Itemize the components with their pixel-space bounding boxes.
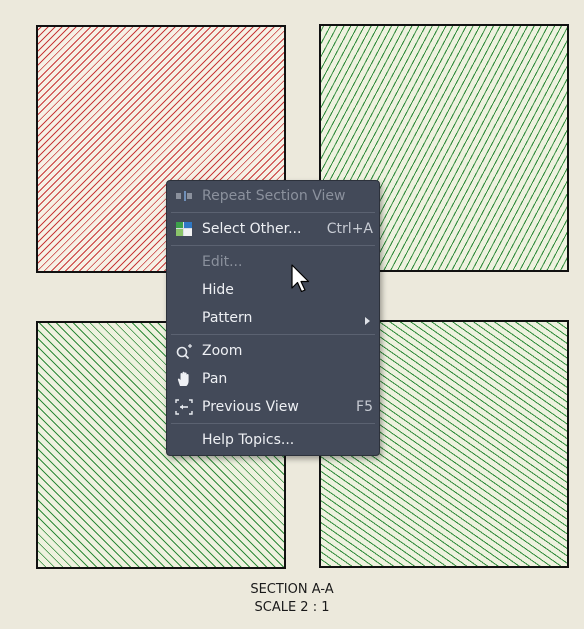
menu-item-label: Pan [202, 371, 228, 387]
menu-separator [171, 212, 375, 213]
menu-item-label: Help Topics... [202, 432, 295, 448]
menu-item-label: Previous View [202, 399, 299, 415]
menu-item-label: Zoom [202, 343, 243, 359]
menu-item-label: Repeat Section View [202, 188, 346, 204]
menu-item-label: Pattern [202, 310, 253, 326]
scale-label: SCALE 2 : 1 [254, 600, 330, 615]
context-menu: Repeat Section View Select Other... Ctrl… [166, 180, 380, 456]
menu-item-help-topics[interactable]: Help Topics... [167, 427, 379, 453]
menu-item-zoom[interactable]: Zoom [167, 338, 379, 364]
mouse-pointer-icon [291, 264, 311, 294]
previous-view-icon [175, 399, 193, 415]
menu-item-shortcut: Ctrl+A [326, 221, 373, 237]
menu-item-label: Select Other... [202, 221, 302, 237]
menu-item-label: Hide [202, 282, 234, 298]
menu-separator [171, 245, 375, 246]
submenu-arrow-icon [365, 317, 370, 325]
menu-item-label: Edit... [202, 254, 243, 270]
menu-item-hide[interactable]: Hide [167, 277, 379, 303]
menu-item-repeat-section-view[interactable]: Repeat Section View [167, 183, 379, 209]
zoom-icon [175, 343, 193, 359]
section-label: SECTION A-A [250, 582, 334, 597]
repeat-section-view-icon [175, 188, 193, 204]
select-other-icon [175, 221, 193, 237]
menu-item-edit[interactable]: Edit... [167, 249, 379, 275]
menu-separator [171, 334, 375, 335]
menu-item-shortcut: F5 [356, 399, 373, 415]
menu-item-select-other[interactable]: Select Other... Ctrl+A [167, 216, 379, 242]
menu-separator [171, 423, 375, 424]
menu-item-pattern[interactable]: Pattern [167, 305, 379, 331]
menu-item-pan[interactable]: Pan [167, 366, 379, 392]
menu-item-previous-view[interactable]: Previous View F5 [167, 394, 379, 420]
pan-hand-icon [175, 371, 193, 387]
